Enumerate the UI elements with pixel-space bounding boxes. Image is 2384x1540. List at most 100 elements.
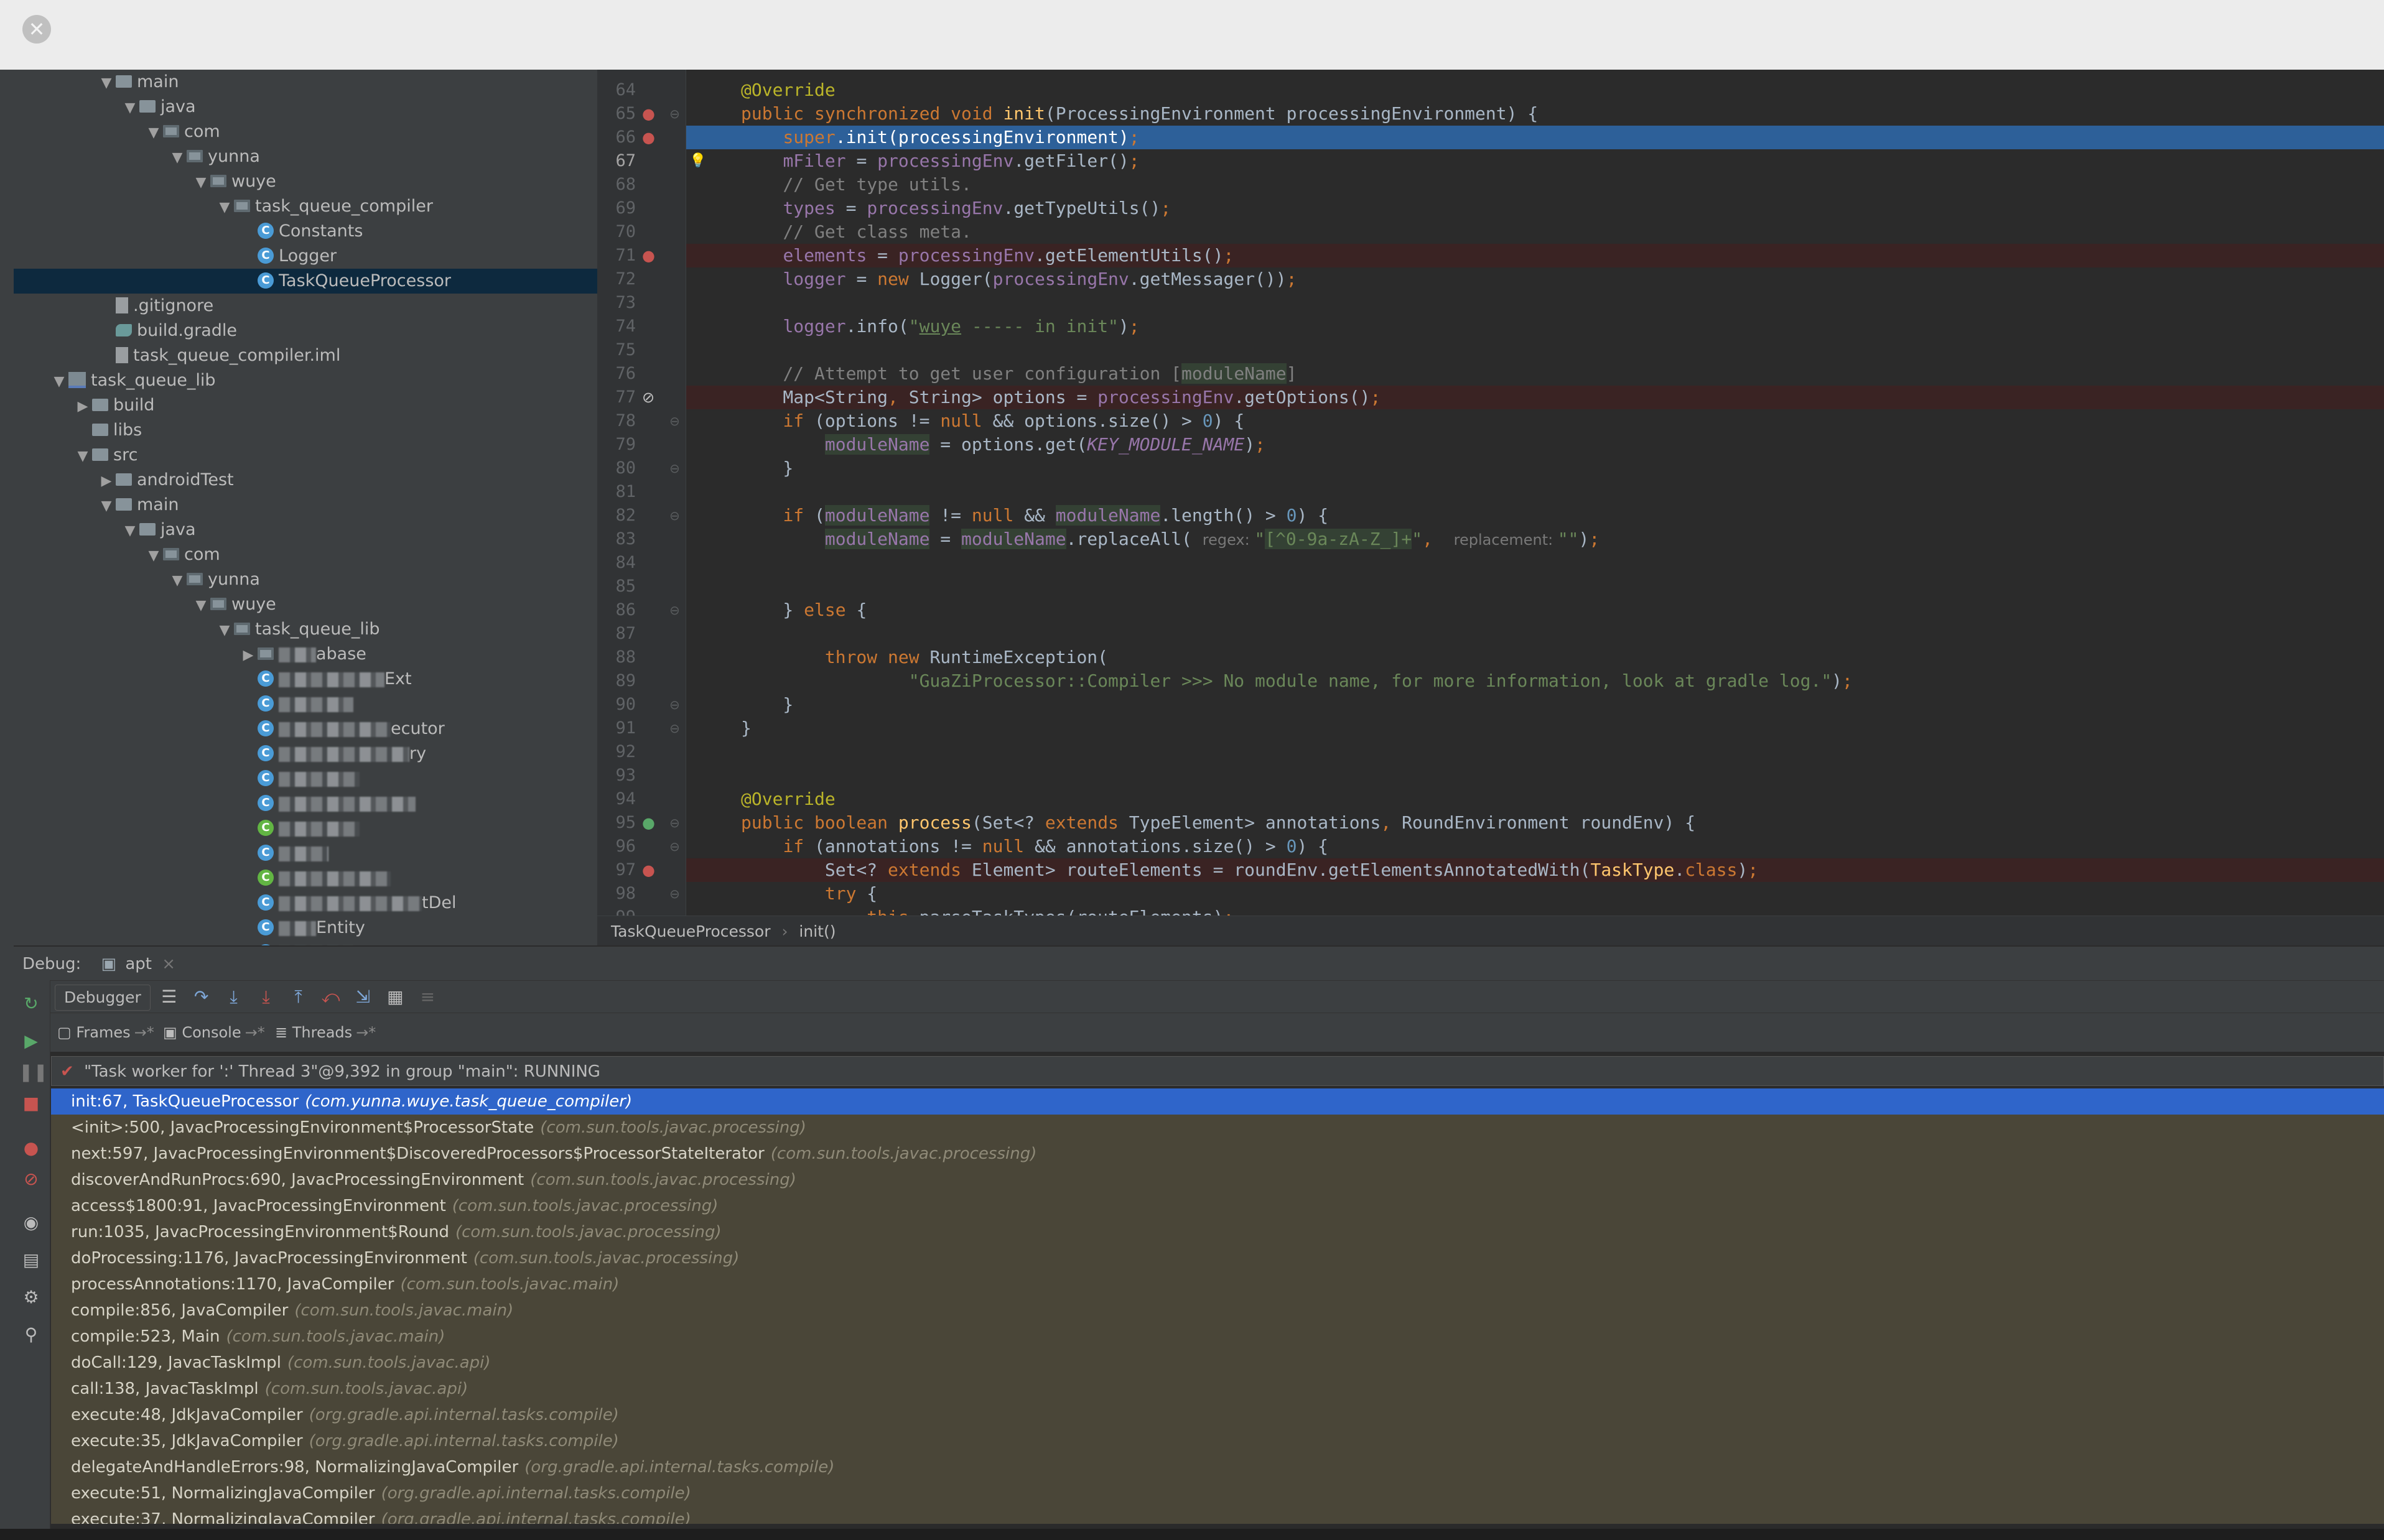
breakpoint-icon[interactable]: ● [642,244,655,267]
line-number[interactable]: 92 [597,740,636,764]
collapsed-arrow-icon[interactable]: ▶ [97,469,116,494]
force-step-into-icon[interactable]: ⤓ [253,981,280,1013]
tree-item[interactable]: ▼ yunna [14,567,597,592]
breadcrumb-method[interactable]: init() [799,922,836,940]
code-line[interactable]: try { [686,882,2384,906]
code-line[interactable] [686,551,2384,575]
close-config-icon[interactable]: × [162,955,175,973]
expanded-arrow-icon[interactable]: ▼ [215,195,234,220]
code-line[interactable]: elements = processingEnv.getElementUtils… [686,244,2384,267]
line-number[interactable]: 82 [597,504,636,527]
resume-icon[interactable]: ▶ [19,1029,44,1054]
code-line[interactable] [686,338,2384,362]
tree-item[interactable]: build.gradle [14,318,597,343]
step-out-icon[interactable]: ⤒ [285,981,312,1013]
line-number[interactable]: 71 [597,244,636,267]
tree-item[interactable]: ▼ com [14,542,597,567]
tree-item[interactable]: ▼ java [14,517,597,542]
line-number[interactable]: 80 [597,457,636,480]
tree-item[interactable]: C TaskQueueProcessor [14,269,597,294]
tree-item[interactable]: ▶ androidTest [14,468,597,493]
drop-frame-icon[interactable]: ⤺ [317,981,344,1013]
tree-item[interactable]: C [14,692,597,717]
code-line[interactable]: @Override [686,787,2384,811]
code-line[interactable]: if (options != null && options.size() > … [686,409,2384,433]
line-number[interactable]: 72 [597,267,636,291]
expanded-arrow-icon[interactable]: ▼ [121,96,139,121]
line-number[interactable]: 95 [597,811,636,835]
line-number[interactable]: 76 [597,362,636,386]
thread-selector[interactable]: ✔ "Task worker for ':' Thread 3"@9,392 i… [51,1056,2384,1086]
settings-icon[interactable]: ⚙ [19,1285,44,1310]
code-line[interactable] [686,764,2384,787]
breadcrumb-class[interactable]: TaskQueueProcessor [611,922,771,940]
code-line[interactable]: logger = new Logger(processingEnv.getMes… [686,267,2384,291]
line-number[interactable]: 83 [597,527,636,551]
view-breakpoints-icon[interactable]: ● [19,1136,44,1161]
fold-marker-icon[interactable]: ⊖ [669,717,680,740]
tree-item[interactable]: C [14,816,597,841]
tree-item[interactable]: .gitignore [14,294,597,318]
code-line[interactable]: moduleName = options.get(KEY_MODULE_NAME… [686,433,2384,457]
tree-item[interactable]: C Logger [14,244,597,269]
code-line[interactable]: // Get class meta. [686,220,2384,244]
stack-frame[interactable]: run:1035, JavacProcessingEnvironment$Rou… [51,1219,2384,1245]
code-line[interactable]: public boolean process(Set<? extends Typ… [686,811,2384,835]
stack-frame[interactable]: processAnnotations:1170, JavaCompiler (co… [51,1271,2384,1297]
tree-item[interactable]: C [14,766,597,791]
breakpoint-icon[interactable]: ● [642,102,655,126]
tree-item[interactable]: ▼ task_queue_lib [14,368,597,393]
line-number[interactable]: 69 [597,197,636,220]
mute-breakpoints-icon[interactable]: ⊘ [19,1167,44,1192]
close-window-button[interactable]: ✕ [22,15,51,44]
code-line[interactable]: throw new RuntimeException( [686,646,2384,669]
pause-icon[interactable]: ❚❚ [19,1060,48,1085]
step-into-icon[interactable]: ⤓ [220,981,248,1013]
line-number[interactable]: 94 [597,787,636,811]
code-line[interactable]: moduleName = moduleName.replaceAll( rege… [686,527,2384,551]
tree-item[interactable]: CTas [14,940,597,945]
line-number[interactable]: 96 [597,835,636,858]
disabled-breakpoint-icon[interactable]: ⊘ [642,386,654,409]
line-number[interactable]: 93 [597,764,636,787]
evaluate-expression-icon[interactable]: ▦ [381,981,409,1013]
tree-item[interactable]: task_queue_compiler.iml [14,343,597,368]
stack-frame[interactable]: execute:51, NormalizingJavaCompiler (org.… [51,1480,2384,1506]
line-number[interactable]: 91 [597,717,636,740]
line-number[interactable]: 64 [597,78,636,102]
tree-item[interactable]: C Entity [14,916,597,940]
layout-icon[interactable]: ☰ [156,981,183,1013]
camera-icon[interactable]: ◉ [19,1210,44,1235]
tree-item[interactable]: ▶ abase [14,642,597,667]
tree-item[interactable]: ▼ main [14,70,597,95]
code-line[interactable]: this.parseTaskTypes(routeElements); [686,906,2384,916]
stack-frame[interactable]: next:597, JavacProcessingEnvironment$Dis… [51,1141,2384,1167]
debugger-tab[interactable]: Debugger [55,985,151,1011]
stack-frame[interactable]: <init>:500, JavacProcessingEnvironment$P… [51,1115,2384,1141]
tree-item[interactable]: C Ext [14,667,597,692]
stack-frame[interactable]: doCall:129, JavacTaskImpl (com.sun.tools.… [51,1350,2384,1376]
line-number[interactable]: 67 [597,149,636,173]
line-number[interactable]: 70 [597,220,636,244]
stop-icon[interactable]: ■ [19,1091,44,1116]
expanded-arrow-icon[interactable]: ▼ [97,494,116,519]
code-line[interactable]: Map<String, String> options = processing… [686,386,2384,409]
restore-layout-icon[interactable]: ▤ [19,1248,44,1273]
line-number[interactable]: 81 [597,480,636,504]
collapsed-arrow-icon[interactable]: ▶ [73,394,92,419]
step-over-icon[interactable]: ↷ [188,981,215,1013]
code-line[interactable] [686,575,2384,598]
fold-marker-icon[interactable]: ⊖ [669,409,680,433]
fold-marker-icon[interactable]: ⊖ [669,598,680,622]
line-number[interactable]: 97 [597,858,636,882]
code-line[interactable]: Set<? extends Element> routeElements = r… [686,858,2384,882]
tree-item[interactable]: ▼ src [14,443,597,468]
tree-item[interactable]: ▼ com [14,119,597,144]
stack-frame[interactable]: execute:37, NormalizingJavaCompiler (org.… [51,1506,2384,1524]
code-line[interactable] [686,740,2384,764]
tree-item[interactable]: ▼ main [14,493,597,517]
pin-icon[interactable]: ⚲ [19,1322,44,1347]
code-line[interactable]: } [686,693,2384,717]
line-number[interactable]: 87 [597,622,636,646]
expanded-arrow-icon[interactable]: ▼ [121,519,139,544]
